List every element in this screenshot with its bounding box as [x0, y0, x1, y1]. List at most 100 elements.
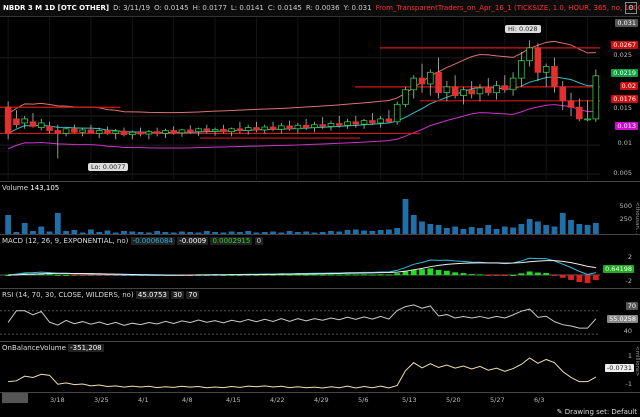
macd-histogram-bar: [559, 275, 566, 278]
macd-histogram-bar: [460, 273, 467, 275]
rsi-tag-mid: 55.0258: [607, 315, 638, 323]
obv-chart[interactable]: [0, 354, 600, 392]
volume-bar: [568, 220, 574, 234]
macd-avg: -0.0009: [177, 237, 209, 245]
settings-icon[interactable]: ⚙: [625, 2, 637, 14]
date-tick: 5/27: [490, 396, 505, 404]
candle: [576, 106, 583, 120]
candle: [137, 131, 144, 135]
rsi-tick: 40: [623, 327, 632, 335]
macd-histogram-bar: [71, 275, 78, 276]
macd-value: -0.0006084: [130, 237, 175, 245]
candle: [37, 122, 45, 129]
candle: [559, 86, 567, 102]
pencil-icon: ✎: [556, 408, 563, 416]
macd-histogram-bar: [303, 274, 310, 276]
candle: [509, 77, 517, 91]
macd-histogram-bar: [88, 275, 94, 276]
rsi-chart[interactable]: [0, 302, 600, 340]
price-tag-level: 0.0176: [611, 95, 638, 103]
candle: [21, 118, 28, 124]
macd-axis[interactable]: 2 0 -2 0.64198: [600, 235, 640, 288]
range-value: R: 0.0036: [305, 4, 340, 12]
obv-axis[interactable]: 1 0 -1 -0.0731 <millions>: [600, 342, 640, 392]
volume-chart[interactable]: [0, 192, 600, 234]
open-value: O: 0.0145: [154, 4, 189, 12]
upper-band: [7, 40, 596, 115]
macd-histogram-bar: [311, 274, 318, 276]
volume-bar: [468, 227, 475, 234]
price-tag-max: 0.031: [615, 19, 638, 27]
candle: [418, 77, 426, 85]
candle: [4, 106, 12, 134]
candle: [261, 126, 269, 131]
macd-histogram-bar: [576, 275, 583, 283]
date-tick: 4/22: [270, 396, 285, 404]
volume-bar: [410, 215, 417, 234]
candle: [244, 127, 252, 131]
macd-histogram-bar: [477, 274, 483, 276]
candle: [344, 121, 351, 126]
candle: [286, 125, 293, 130]
macd-histogram-bar: [592, 275, 599, 280]
candle: [145, 131, 153, 135]
volume-bar: [452, 226, 459, 234]
macd-line: [8, 257, 596, 276]
candle: [294, 124, 302, 130]
candle: [269, 126, 277, 130]
candle: [567, 100, 575, 108]
candle: [360, 120, 368, 125]
volume-bar: [435, 225, 442, 234]
candle: [451, 86, 459, 96]
macd-histogram-bar: [394, 273, 401, 275]
candle: [79, 129, 86, 133]
candle: [352, 121, 360, 125]
macd-histogram-bar: [377, 274, 384, 276]
volume-bar: [485, 225, 492, 234]
macd-histogram-bar: [361, 274, 367, 276]
candle: [410, 77, 418, 91]
drawing-set-label[interactable]: ✎ Drawing set: Default: [557, 408, 637, 416]
volume-value: 143,105: [30, 184, 60, 192]
hi-label: Hi: 0.028: [505, 25, 541, 33]
candle: [460, 89, 467, 96]
candle: [236, 128, 244, 131]
volume-label: Volume 143,105: [2, 184, 60, 192]
symbol-label[interactable]: NBDR 3 M 1D [OTC OTHER]: [0, 4, 111, 12]
first-date-box: [2, 393, 28, 403]
macd-histogram-bar: [468, 274, 475, 276]
volume-bar: [501, 226, 508, 234]
price-axis[interactable]: 0.025 0.015 0.01 0.005 0.031 0.0267 0.02…: [600, 17, 640, 180]
lower-band: [7, 104, 596, 150]
obv-line: [8, 357, 597, 389]
candle: [319, 124, 326, 127]
high-value: H: 0.0177: [192, 4, 227, 12]
candle: [203, 128, 211, 132]
rsi-axis[interactable]: 70 55.0258 40: [600, 289, 640, 340]
date-tick: 4/1: [138, 396, 149, 404]
macd-histogram-bar: [319, 274, 326, 276]
candle: [427, 71, 434, 85]
signal-line: [8, 260, 596, 276]
obv-tick: -1: [625, 380, 632, 388]
macd-histogram-bar: [435, 269, 442, 275]
candle: [54, 130, 62, 134]
candle: [13, 118, 20, 126]
candle: [551, 66, 558, 88]
study-label[interactable]: From_TransparentTraders_on_Apr_16_1 (TIC…: [374, 4, 640, 12]
price-chart[interactable]: [0, 17, 600, 180]
price-tag-level: 0.02: [619, 82, 638, 90]
candle: [311, 124, 318, 129]
volume-bar: [584, 225, 591, 234]
rsi-value: 45.0753: [135, 291, 169, 299]
macd-chart[interactable]: [0, 248, 600, 288]
candle: [327, 123, 335, 127]
macd-histogram-bar: [535, 272, 541, 275]
chart-header: NBDR 3 M 1D [OTC OTHER] D: 3/11/19 O: 0.…: [0, 0, 640, 17]
macd-zero: 0: [254, 237, 264, 245]
candle: [228, 128, 235, 133]
volume-axis[interactable]: 500 250 <thousan...: [600, 182, 640, 234]
macd-tick: 2: [627, 253, 632, 261]
macd-histogram-bar: [419, 269, 425, 275]
volume-bar: [518, 224, 525, 234]
